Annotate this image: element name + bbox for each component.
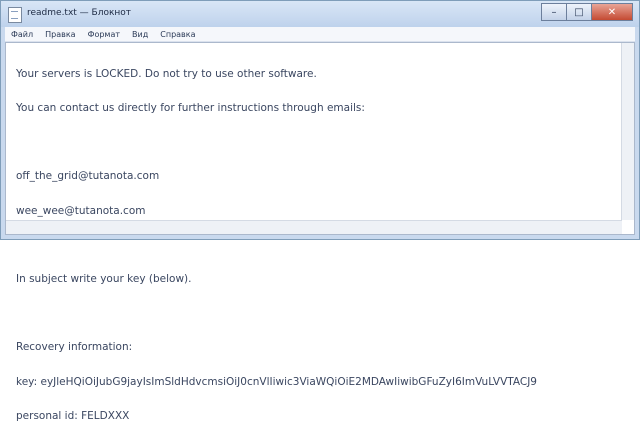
document-text: Your servers is LOCKED. Do not try to us… [16,46,618,445]
notepad-icon [8,7,22,23]
menu-view[interactable]: Вид [126,30,154,39]
menu-edit[interactable]: Правка [39,30,81,39]
document-line: You can contact us directly for further … [16,102,365,115]
menu-bar: Файл Правка Формат Вид Справка [5,27,635,42]
document-line: Recovery information: [16,341,133,354]
document-line: personal id: FELDXXX [16,409,130,422]
close-icon: ✕ [607,6,617,18]
title-bar[interactable]: readme.txt — Блокнот – □ ✕ [1,1,639,27]
maximize-icon: □ [574,6,584,18]
minimize-icon: – [551,6,557,18]
close-button[interactable]: ✕ [592,3,633,21]
vertical-scrollbar[interactable] [621,43,634,220]
document-line: key: eyJleHQiOiJubG9jayIsImSldHdvcmsiOiJ… [16,375,537,388]
window-title: readme.txt — Блокнот [27,8,132,18]
horizontal-scrollbar[interactable] [6,220,622,234]
notepad-window: readme.txt — Блокнот – □ ✕ Файл Правка Ф… [0,0,640,422]
document-line: off_the_grid@tutanota.com [16,170,160,183]
document-line: wee_wee@tutanota.com [16,204,146,217]
menu-file[interactable]: Файл [5,30,39,39]
caption-buttons: – □ ✕ [541,3,633,21]
text-editor[interactable]: Your servers is LOCKED. Do not try to us… [5,42,635,422]
document-line: Your servers is LOCKED. Do not try to us… [16,67,317,80]
maximize-button[interactable]: □ [567,3,592,21]
minimize-button[interactable]: – [541,3,567,21]
menu-help[interactable]: Справка [154,30,201,39]
menu-format[interactable]: Формат [82,30,126,39]
document-line: In subject write your key (below). [16,273,192,286]
